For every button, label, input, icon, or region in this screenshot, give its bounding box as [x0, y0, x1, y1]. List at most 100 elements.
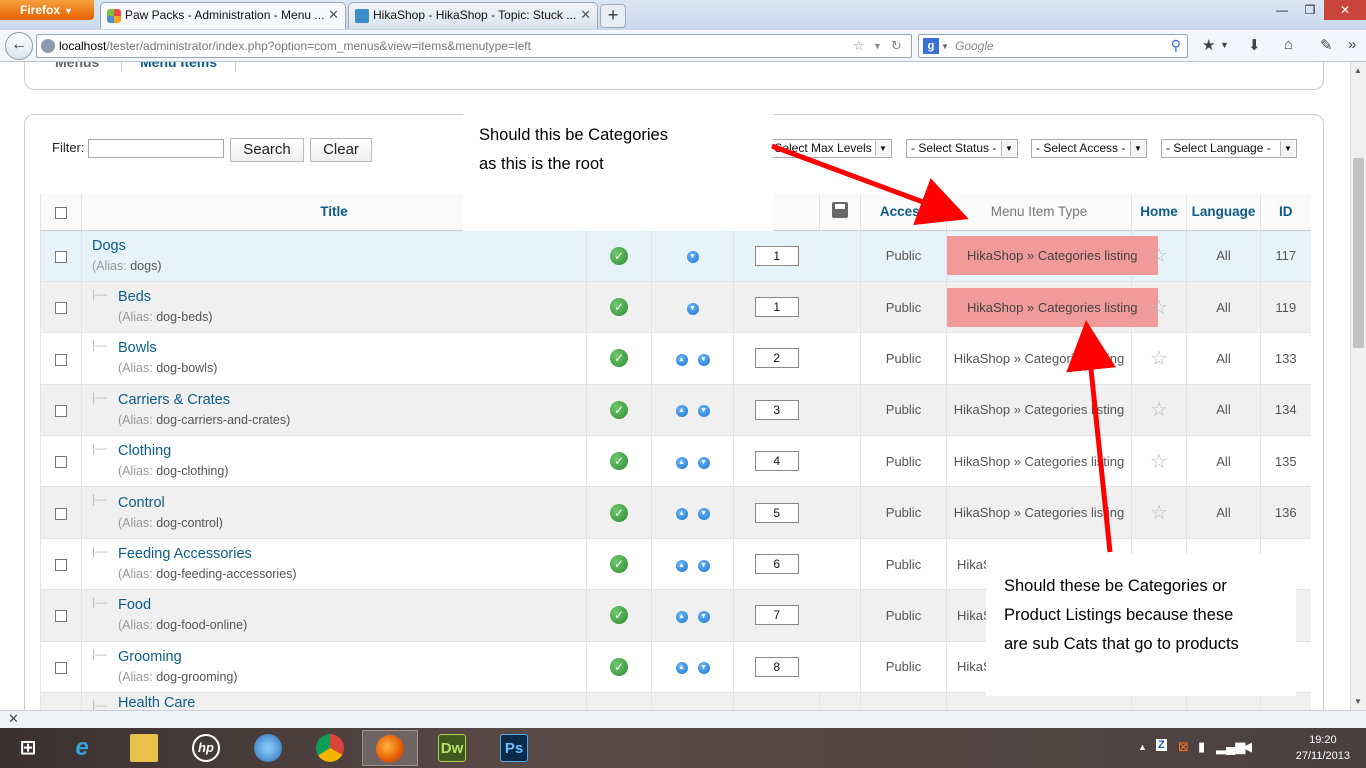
taskbar-chrome[interactable] — [302, 730, 358, 766]
move-down-icon[interactable]: ▼ — [697, 559, 710, 572]
table-row[interactable]: |— Beds (Alias: dog-beds) ✓ ▼ 1 Public Hik… — [40, 281, 1311, 334]
taskbar-firefox[interactable] — [362, 730, 418, 766]
clear-button[interactable]: Clear — [310, 138, 372, 162]
order-input[interactable]: 3 — [754, 399, 799, 420]
window-close-button[interactable]: ✕ — [1324, 0, 1366, 20]
select-all-checkbox[interactable] — [55, 206, 67, 219]
bookmarks-icon[interactable]: ★ — [1202, 36, 1215, 54]
item-title-link[interactable]: Bowls — [118, 338, 586, 358]
move-down-icon[interactable]: ▼ — [697, 662, 710, 675]
order-input[interactable]: 6 — [754, 554, 799, 575]
move-up-icon[interactable]: ▲ — [675, 508, 688, 521]
row-checkbox[interactable] — [55, 507, 67, 520]
move-down-icon[interactable]: ▼ — [697, 405, 710, 418]
close-icon[interactable]: ✕ — [580, 7, 591, 23]
order-input[interactable]: 4 — [754, 451, 799, 472]
move-down-icon[interactable]: ▼ — [697, 353, 710, 366]
chevron-down-icon[interactable]: ▼ — [873, 41, 882, 51]
home-star-icon[interactable]: ☆ — [1150, 297, 1168, 319]
chevron-down-icon[interactable]: ▼ — [941, 42, 949, 51]
taskbar-hp[interactable]: hp — [178, 730, 234, 766]
published-check-icon[interactable]: ✓ — [610, 246, 628, 265]
xampp-icon[interactable]: ⊠ — [1178, 739, 1189, 755]
move-up-icon[interactable]: ▲ — [675, 662, 688, 675]
move-up-icon[interactable]: ▲ — [675, 353, 688, 366]
table-row[interactable]: |— Control (Alias: dog-control) ✓ ▲ ▼ 5 Pub… — [40, 486, 1311, 539]
published-check-icon[interactable]: ✓ — [610, 503, 628, 522]
order-input[interactable]: 1 — [754, 245, 799, 266]
tab-hikashop[interactable]: HikaShop - HikaShop - Topic: Stuck ... ✕ — [348, 2, 598, 29]
zend-icon[interactable]: Z — [1156, 739, 1167, 751]
home-star-icon[interactable]: ☆ — [1150, 245, 1168, 267]
addon-icon[interactable]: ✎ — [1320, 36, 1333, 54]
save-order-icon[interactable] — [832, 202, 848, 219]
system-clock[interactable]: 19:20 27/11/2013 — [1296, 732, 1350, 764]
filter-input[interactable] — [88, 139, 224, 158]
order-input[interactable]: 7 — [754, 605, 799, 626]
move-down-icon[interactable]: ▼ — [686, 251, 699, 264]
row-checkbox[interactable] — [55, 250, 67, 263]
published-check-icon[interactable]: ✓ — [610, 452, 628, 471]
home-star-icon[interactable]: ☆ — [1150, 399, 1168, 421]
item-title-link[interactable]: Feeding Accessories — [118, 544, 586, 564]
move-up-icon[interactable]: ▲ — [675, 456, 688, 469]
published-check-icon[interactable]: ✓ — [610, 606, 628, 625]
select-max-levels[interactable]: - Select Max Levels - ▼ — [762, 139, 892, 158]
item-title-link[interactable]: Clothing — [118, 441, 586, 461]
item-title-link[interactable]: Grooming — [118, 647, 586, 667]
access-header[interactable]: Access — [860, 194, 947, 231]
back-button[interactable]: ← — [5, 32, 33, 60]
move-down-icon[interactable]: ▼ — [686, 302, 699, 315]
chevron-down-icon[interactable]: ▼ — [1220, 40, 1229, 50]
move-down-icon[interactable]: ▼ — [697, 508, 710, 521]
row-checkbox[interactable] — [55, 661, 67, 674]
order-input[interactable]: 2 — [754, 348, 799, 369]
move-up-icon[interactable]: ▲ — [675, 405, 688, 418]
taskbar-file-explorer[interactable] — [116, 730, 172, 766]
row-checkbox[interactable] — [55, 456, 67, 469]
bookmark-star-icon[interactable]: ☆ — [853, 38, 865, 54]
search-bar[interactable]: g ▼ Google ⚲ — [918, 34, 1188, 58]
published-check-icon[interactable]: ✓ — [610, 400, 628, 419]
select-language[interactable]: - Select Language - ▼ — [1161, 139, 1297, 158]
home-header[interactable]: Home — [1131, 194, 1187, 231]
table-row[interactable]: |— Bowls (Alias: dog-bowls) ✓ ▲ ▼ 2 Public … — [40, 332, 1311, 385]
row-checkbox[interactable] — [55, 302, 67, 315]
move-down-icon[interactable]: ▼ — [697, 456, 710, 469]
move-down-icon[interactable]: ▼ — [697, 610, 710, 623]
scroll-down-icon[interactable]: ▼ — [1354, 697, 1362, 706]
item-title-link[interactable]: Dogs — [92, 236, 586, 256]
home-star-icon[interactable]: ☆ — [1150, 451, 1168, 473]
table-row[interactable]: Dogs (Alias: dogs) ✓ ▼ 1 Public HikaShop … — [40, 230, 1311, 282]
item-title-link[interactable]: Food — [118, 595, 586, 615]
item-title-link[interactable]: Control — [118, 493, 586, 513]
select-access[interactable]: - Select Access - ▼ — [1031, 139, 1147, 158]
row-checkbox[interactable] — [55, 353, 67, 366]
row-checkbox[interactable] — [55, 404, 67, 417]
item-title-link[interactable]: Carriers & Crates — [118, 390, 586, 410]
home-star-icon[interactable]: ☆ — [1150, 502, 1168, 524]
taskbar-photoshop[interactable]: Ps — [486, 730, 542, 766]
move-up-icon[interactable]: ▲ — [675, 559, 688, 572]
start-button[interactable]: ⊞ — [0, 730, 56, 766]
id-header[interactable]: ID — [1260, 194, 1311, 231]
home-icon[interactable]: ⌂ — [1284, 36, 1293, 53]
menu-overflow-icon[interactable]: » — [1348, 36, 1356, 53]
published-check-icon[interactable]: ✓ — [610, 555, 628, 574]
published-check-icon[interactable]: ✓ — [610, 298, 628, 317]
minimize-button[interactable]: — — [1268, 0, 1296, 20]
scrollbar-thumb[interactable] — [1353, 158, 1364, 348]
url-bar[interactable]: localhost/tester/administrator/index.php… — [36, 34, 912, 58]
item-title-link[interactable]: Health Care — [118, 693, 586, 710]
page-scrollbar[interactable]: ▲ ▼ — [1350, 62, 1366, 710]
taskbar-internet-explorer[interactable]: e — [54, 730, 110, 766]
published-check-icon[interactable]: ✓ — [610, 657, 628, 676]
volume-icon[interactable]: ◀ — [1242, 739, 1252, 755]
search-icon[interactable]: ⚲ — [1171, 37, 1181, 54]
row-checkbox[interactable] — [55, 610, 67, 623]
move-up-icon[interactable]: ▲ — [675, 610, 688, 623]
item-title-link[interactable]: Beds — [118, 287, 586, 307]
taskbar-safari[interactable] — [240, 730, 296, 766]
reload-icon[interactable]: ↻ — [891, 38, 902, 54]
table-row[interactable]: |— Clothing (Alias: dog-clothing) ✓ ▲ ▼ 4 P… — [40, 435, 1311, 488]
